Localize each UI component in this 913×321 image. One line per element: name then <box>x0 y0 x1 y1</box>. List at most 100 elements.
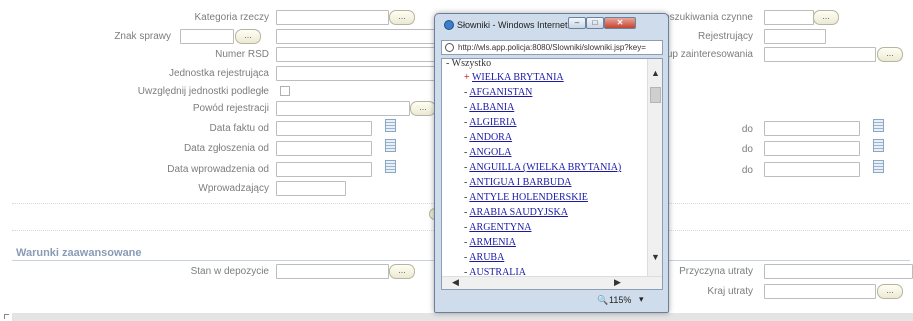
country-link[interactable]: ANGOLA <box>469 147 511 158</box>
label-data-wprowadzenia-od: Data wprowadzenia od <box>167 164 269 175</box>
label-kraj-utraty: Kraj utraty <box>707 286 753 297</box>
stan-w-depozycie-input[interactable] <box>276 264 389 279</box>
list-item[interactable]: - ALBANIA <box>464 101 514 115</box>
znak-sprawy-browse-button[interactable]: ... <box>235 29 261 44</box>
znak-sprawy-input[interactable] <box>276 29 436 44</box>
znak-sprawy-prefix-input[interactable] <box>180 29 234 44</box>
address-bar[interactable]: http://wls.app.policja:8080/Slowniki/slo… <box>441 40 663 55</box>
tree-bullet: - <box>464 207 468 218</box>
tree-bullet: - <box>464 192 468 203</box>
list-item[interactable]: - ARMENIA <box>464 236 516 250</box>
tree-bullet: - <box>464 147 468 158</box>
label-numer-rsd: Numer RSD <box>215 49 269 60</box>
data-wprowadzenia-od-input[interactable] <box>276 162 372 177</box>
vertical-scrollbar[interactable]: ▲ ▼ <box>647 59 662 277</box>
zoom-icon: 🔍 <box>597 295 609 305</box>
wprowadzajacy-input[interactable] <box>276 181 346 196</box>
zoom-level[interactable]: 115% <box>609 295 631 305</box>
list-item[interactable]: - ANGOLA <box>464 146 512 160</box>
label-kategoria-rzeczy: Kategoria rzeczy <box>194 12 269 23</box>
data-faktu-calendar-icon[interactable] <box>385 119 396 132</box>
country-link[interactable]: ARMENIA <box>469 237 516 248</box>
popup-content: - Wszystko + WIELKA BRYTANIA - AFGANISTAN… <box>441 58 663 290</box>
scroll-left-icon[interactable]: ◀ <box>452 277 459 288</box>
uwzglednij-jednostki-checkbox[interactable] <box>280 86 290 96</box>
section-title-advanced: Warunki zaawansowane <box>16 247 142 259</box>
data-wprowadzenia-calendar-icon[interactable] <box>385 160 396 173</box>
list-item[interactable]: - AFGANISTAN <box>464 86 532 100</box>
list-item[interactable]: - ARGENTYNA <box>464 221 532 235</box>
country-link[interactable]: ANGUILLA (WIELKA BRYTANIA) <box>469 162 621 173</box>
close-button[interactable]: ✕ <box>604 17 636 29</box>
country-link[interactable]: AFGANISTAN <box>469 87 532 98</box>
przyczyna-utraty-input[interactable] <box>764 264 913 279</box>
list-item[interactable]: - ANTIGUA I BARBUDA <box>464 176 572 190</box>
country-tree: - Wszystko + WIELKA BRYTANIA - AFGANISTAN… <box>442 59 647 277</box>
list-item[interactable]: - ARUBA <box>464 251 504 265</box>
country-link[interactable]: ANDORA <box>469 132 512 143</box>
country-link[interactable]: ALGIERIA <box>469 117 516 128</box>
minimize-button[interactable]: – <box>568 17 586 29</box>
address-url: http://wls.app.policja:8080/Slowniki/slo… <box>458 43 646 52</box>
label-powod-rejestracji: Powód rejestracji <box>192 103 269 114</box>
list-item[interactable]: - ANTYLE HOLENDERSKIE <box>464 191 588 205</box>
country-link[interactable]: ARUBA <box>469 252 504 263</box>
country-link[interactable]: ANTYLE HOLENDERSKIE <box>469 192 588 203</box>
label-do-2: do <box>741 144 753 155</box>
tree-root[interactable]: - Wszystko <box>446 59 491 71</box>
kategoria-rzeczy-browse-button[interactable]: ... <box>389 10 415 25</box>
country-link[interactable]: ARABIA SAUDYJSKA <box>469 207 568 218</box>
scroll-up-icon[interactable]: ▲ <box>651 68 660 78</box>
tree-bullet: - <box>464 252 468 263</box>
status-bar: 🔍 115% ▾ <box>441 292 663 308</box>
tree-bullet: + <box>464 72 470 83</box>
country-link[interactable]: ARGENTYNA <box>469 222 531 233</box>
powod-rejestracji-browse-button[interactable]: ... <box>410 101 436 116</box>
zoom-dropdown-icon[interactable]: ▾ <box>639 294 644 305</box>
country-link[interactable]: ALBANIA <box>469 102 514 113</box>
powod-rejestracji-input[interactable] <box>276 101 410 116</box>
label-przyczyna-utraty: Przyczyna utraty <box>679 266 753 277</box>
scroll-thumb[interactable] <box>650 87 661 103</box>
tree-bullet: - <box>464 132 468 143</box>
data-faktu-od-input[interactable] <box>276 121 372 136</box>
label-data-zgloszenia-od: Data zgłoszenia od <box>183 143 269 154</box>
data-wprowadzenia-do-input[interactable] <box>764 162 860 177</box>
label-rejestrujacy: Rejestrujący <box>697 31 753 42</box>
stan-w-depozycie-browse-button[interactable]: ... <box>389 264 415 279</box>
scroll-right-icon[interactable]: ▶ <box>614 277 621 288</box>
kraj-utraty-browse-button[interactable]: ... <box>877 284 903 299</box>
country-link[interactable]: ANTIGUA I BARBUDA <box>469 177 571 188</box>
data-wprowadzenia-do-calendar-icon[interactable] <box>873 160 884 173</box>
jednostka-rejestrujaca-input[interactable] <box>276 66 436 81</box>
popup-title: Słowniki - Windows Internet Expl... <box>457 20 577 30</box>
horizontal-scrollbar[interactable]: ◀ ▶ <box>442 276 662 289</box>
poszukiwania-czynne-browse-button[interactable]: ... <box>813 10 839 25</box>
poszukiwania-czynne-input[interactable] <box>764 10 814 25</box>
list-item[interactable]: + WIELKA BRYTANIA <box>464 71 564 85</box>
tree-bullet: - <box>464 117 468 128</box>
dictionary-popup-window[interactable]: Słowniki - Windows Internet Expl... – □ … <box>434 13 669 313</box>
kategoria-rzeczy-input[interactable] <box>276 10 389 25</box>
data-faktu-do-input[interactable] <box>764 121 860 136</box>
country-link[interactable]: WIELKA BRYTANIA <box>472 72 564 83</box>
kraj-utraty-input[interactable] <box>764 284 876 299</box>
grup-zainteresowania-input[interactable] <box>764 47 876 62</box>
list-item[interactable]: - ARABIA SAUDYJSKA <box>464 206 568 220</box>
maximize-button[interactable]: □ <box>586 17 604 29</box>
label-data-faktu-od: Data faktu od <box>209 123 269 134</box>
list-item[interactable]: - ANDORA <box>464 131 512 145</box>
data-faktu-do-calendar-icon[interactable] <box>873 119 884 132</box>
list-item[interactable]: - ALGIERIA <box>464 116 517 130</box>
numer-rsd-input[interactable] <box>276 47 436 62</box>
data-zgloszenia-od-input[interactable] <box>276 141 372 156</box>
list-item[interactable]: - ANGUILLA (WIELKA BRYTANIA) <box>464 161 621 175</box>
label-uwzglednij-jednostki: Uwzględnij jednostki podległe <box>137 86 269 97</box>
data-zgloszenia-do-input[interactable] <box>764 141 860 156</box>
label-wprowadzajacy: Wprowadzający <box>198 183 269 194</box>
scroll-down-icon[interactable]: ▼ <box>651 252 660 262</box>
data-zgloszenia-calendar-icon[interactable] <box>385 139 396 152</box>
grup-zainteresowania-browse-button[interactable]: ... <box>877 47 903 62</box>
data-zgloszenia-do-calendar-icon[interactable] <box>873 139 884 152</box>
rejestrujacy-input[interactable] <box>764 29 826 44</box>
